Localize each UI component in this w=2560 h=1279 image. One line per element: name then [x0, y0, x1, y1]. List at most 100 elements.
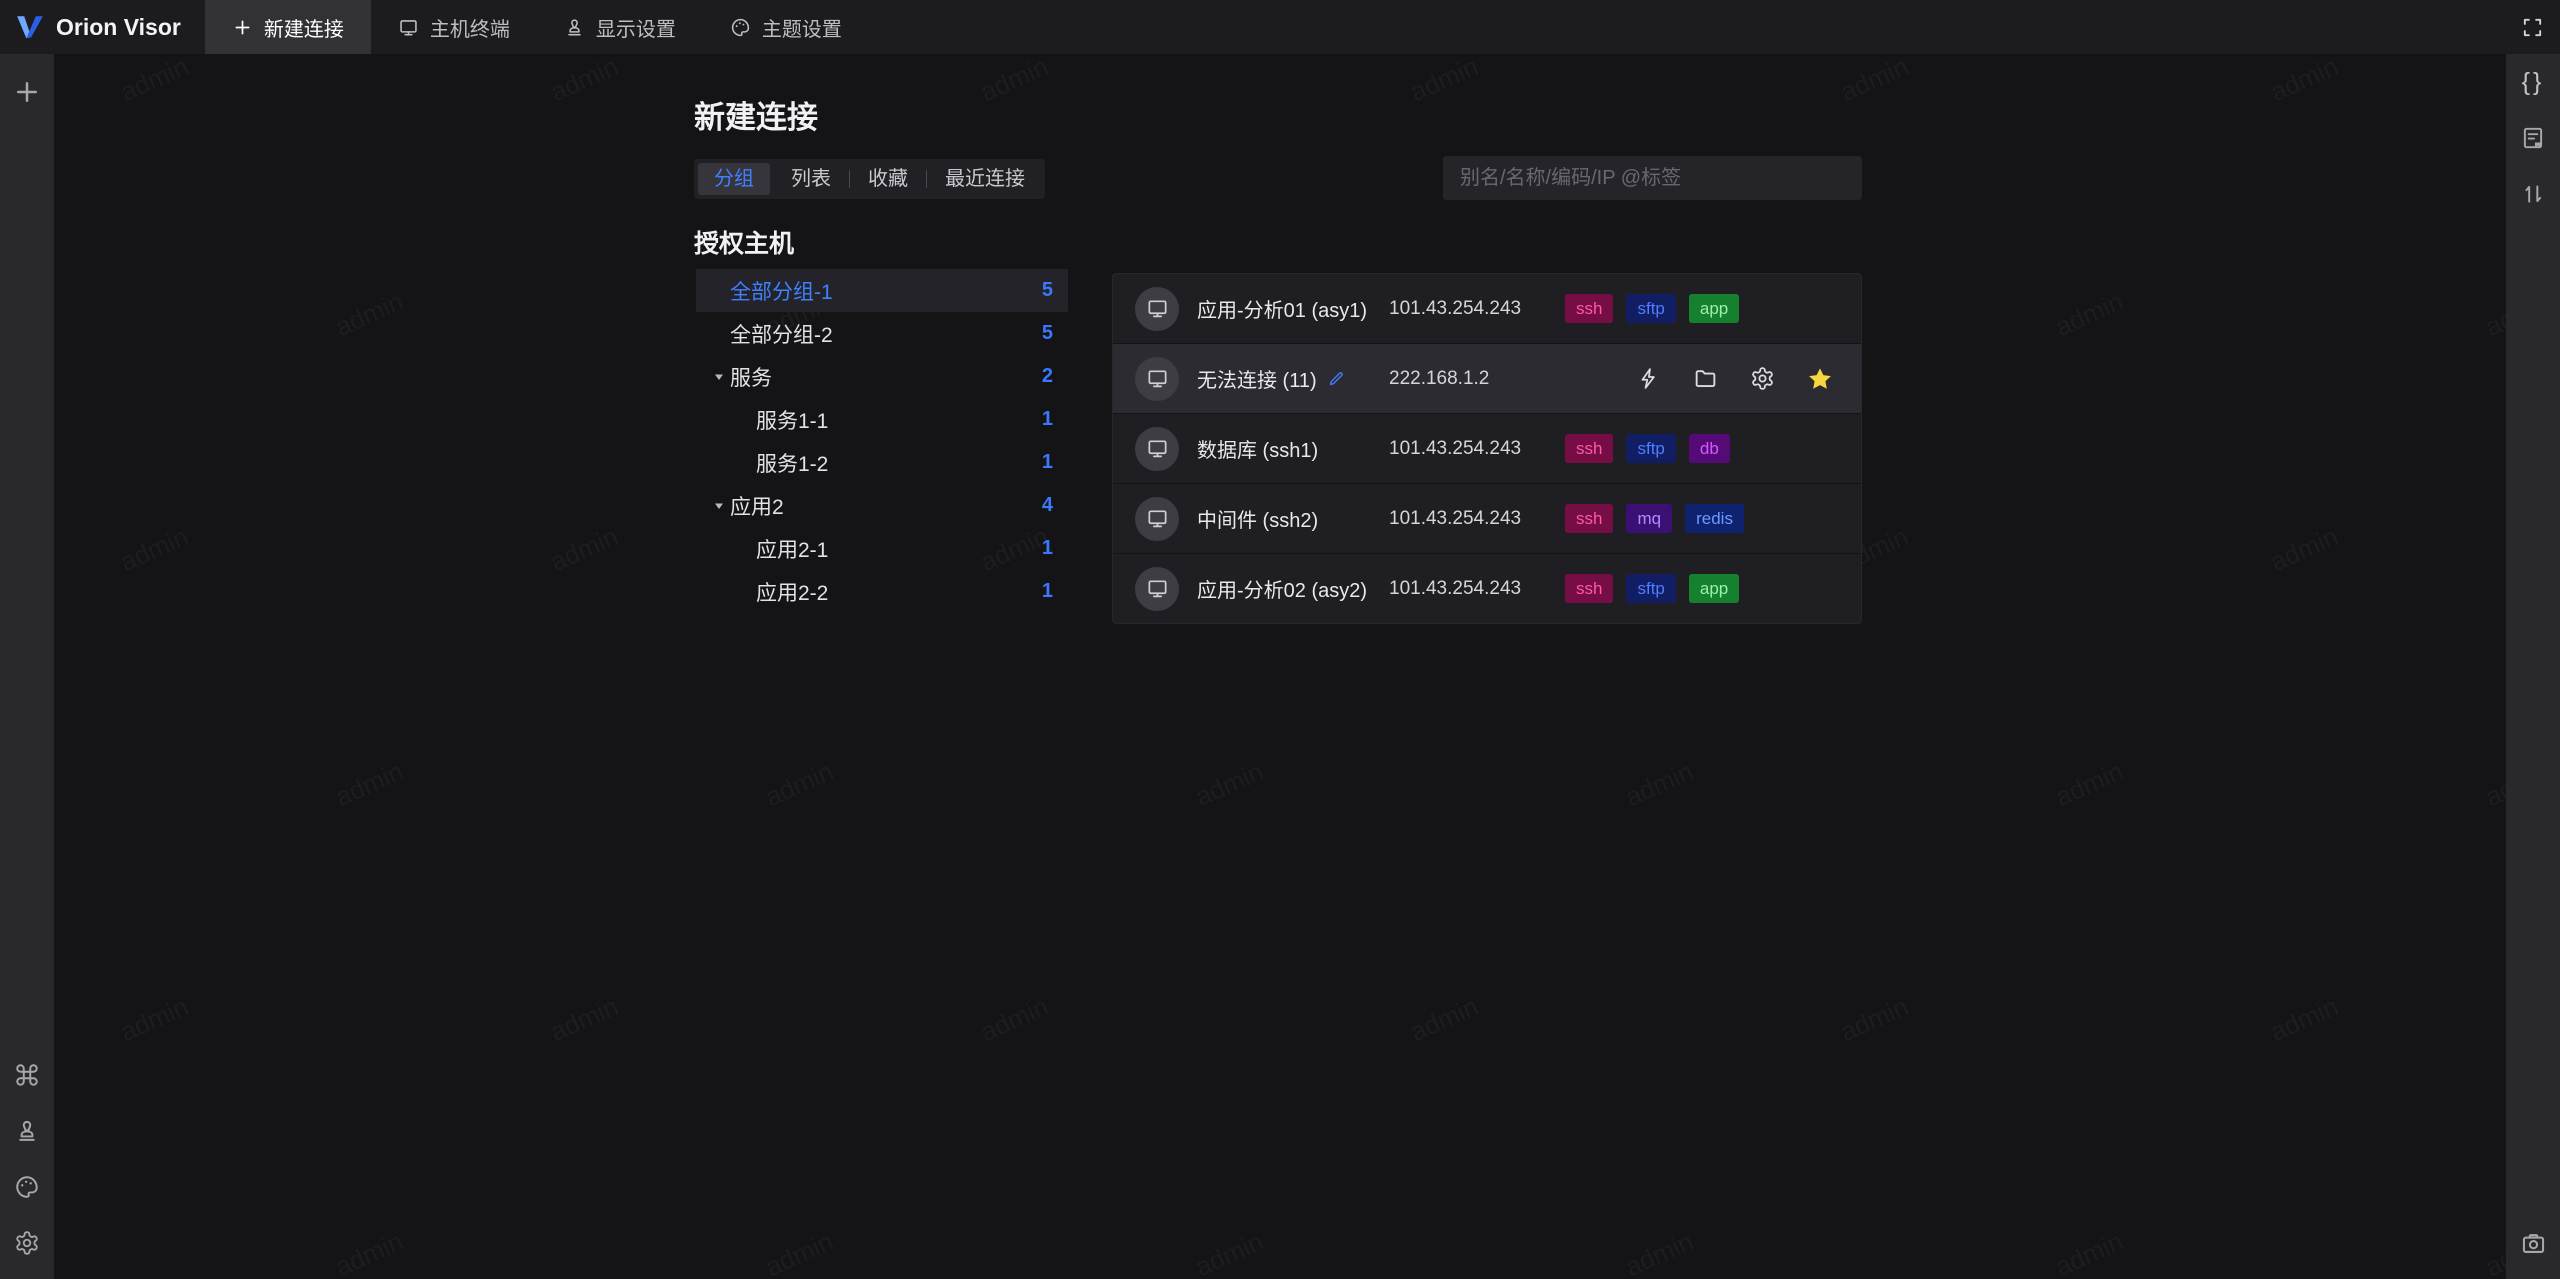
- host-monitor-icon: [1147, 370, 1167, 388]
- host-name: 应用-分析01 (asy1): [1197, 294, 1389, 323]
- display-settings-button[interactable]: [0, 1103, 54, 1159]
- gear-icon: [16, 1231, 38, 1255]
- tree-item[interactable]: 服务1-2 1: [696, 441, 1068, 484]
- host-avatar: [1135, 356, 1179, 401]
- host-tag-ssh[interactable]: ssh: [1565, 504, 1614, 533]
- tree-item[interactable]: 应用2-2 1: [696, 570, 1068, 613]
- host-tag-sftp[interactable]: sftp: [1626, 294, 1676, 323]
- tree-item-count: 1: [1041, 537, 1053, 559]
- palette-icon: [16, 1176, 38, 1198]
- shortcut-command-button[interactable]: [0, 1047, 54, 1103]
- host-tag-ssh[interactable]: ssh: [1565, 434, 1614, 463]
- host-row[interactable]: 无法连接 (11) 222.168.1.2: [1113, 343, 1861, 413]
- tree-item[interactable]: 全部分组-1 5: [696, 269, 1068, 312]
- tree-item-label: 应用2: [730, 495, 784, 519]
- host-name-text: 数据库 (ssh1): [1197, 440, 1319, 462]
- tree-item[interactable]: 服务 2: [696, 355, 1068, 398]
- host-tag-sftp[interactable]: sftp: [1626, 434, 1676, 463]
- view-tab-recent[interactable]: 最近连接: [929, 163, 1041, 195]
- watermark-text: admin: [331, 756, 408, 813]
- page-title: 新建连接: [694, 100, 818, 135]
- view-tab-list[interactable]: 列表: [775, 163, 847, 195]
- host-monitor-icon: [1147, 510, 1167, 528]
- host-tags: ssh sftp app: [1565, 574, 1833, 603]
- left-rail: [0, 54, 54, 1279]
- host-ip: 101.43.254.243: [1389, 297, 1522, 319]
- brand: Orion Visor: [0, 0, 205, 54]
- tab-host-terminal[interactable]: 主机终端: [371, 0, 537, 54]
- host-row[interactable]: 中间件 (ssh2) 101.43.254.243 ssh mq redis: [1113, 483, 1861, 553]
- tab-label: 新建连接: [263, 18, 344, 41]
- host-actions: [1636, 366, 1833, 392]
- topbar: Orion Visor 新建连接 主机终端 显示设置 主题设置: [0, 0, 2560, 54]
- tab-label: 主题设置: [761, 18, 842, 41]
- host-tag-redis[interactable]: redis: [1685, 504, 1744, 533]
- watermark-text: admin: [116, 991, 193, 1048]
- watermark-text: admin: [2051, 756, 2128, 813]
- host-tag-ssh[interactable]: ssh: [1565, 574, 1614, 603]
- favorite-star-icon[interactable]: [1807, 366, 1833, 392]
- host-name: 数据库 (ssh1): [1197, 434, 1389, 463]
- host-settings-gear-icon[interactable]: [1750, 366, 1775, 391]
- group-tree: 全部分组-1 5 全部分组-2 5 服务 2 服务1-1 1 服务1-2 1 应…: [696, 269, 1068, 613]
- tab-new-connection[interactable]: 新建连接: [204, 0, 371, 54]
- settings-gear-button[interactable]: [0, 1215, 54, 1271]
- screenshot-camera-button[interactable]: [2506, 1215, 2560, 1271]
- watermark-text: admin: [2051, 286, 2128, 343]
- tree-item-label: 全部分组-1: [730, 280, 833, 304]
- host-monitor-icon: [1147, 580, 1167, 598]
- watermark-text: admin: [2266, 54, 2343, 108]
- watermark-text: admin: [2481, 1226, 2506, 1279]
- tree-item-label: 服务1-2: [756, 452, 829, 476]
- host-tag-ssh[interactable]: ssh: [1565, 294, 1614, 323]
- watermark-text: admin: [761, 756, 838, 813]
- sort-button[interactable]: [2506, 166, 2560, 222]
- host-avatar: [1135, 286, 1179, 331]
- tree-item-count: 5: [1041, 279, 1053, 301]
- host-list: 应用-分析01 (asy1) 101.43.254.243 ssh sftp app…: [1112, 273, 1862, 624]
- host-row[interactable]: 应用-分析01 (asy1) 101.43.254.243 ssh sftp app: [1113, 274, 1861, 343]
- theme-settings-button[interactable]: [0, 1159, 54, 1215]
- tree-item[interactable]: 全部分组-2 5: [696, 312, 1068, 355]
- host-tag-app[interactable]: app: [1688, 294, 1740, 323]
- tree-item[interactable]: 应用2-1 1: [696, 527, 1068, 570]
- view-switch: 分组 列表 收藏 最近连接: [694, 159, 1045, 199]
- tab-theme-settings[interactable]: 主题设置: [703, 0, 869, 54]
- host-search-input[interactable]: [1443, 156, 1862, 200]
- tree-item[interactable]: 服务1-1 1: [696, 398, 1068, 441]
- tree-item[interactable]: 应用2 4: [696, 484, 1068, 527]
- caret-down-icon: [708, 500, 730, 512]
- host-name: 无法连接 (11): [1197, 364, 1389, 393]
- host-name-text: 应用-分析01 (asy1): [1197, 300, 1368, 322]
- connect-bolt-icon[interactable]: [1636, 366, 1661, 391]
- view-tab-group[interactable]: 分组: [698, 163, 770, 195]
- watermark-text: admin: [1621, 1226, 1698, 1279]
- host-tag-mq[interactable]: mq: [1626, 504, 1673, 533]
- watermark-text: admin: [976, 991, 1053, 1048]
- host-tag-app[interactable]: app: [1688, 574, 1740, 603]
- new-connection-plus-button[interactable]: [0, 64, 54, 120]
- tree-item-count: 1: [1041, 580, 1053, 602]
- sftp-folder-icon[interactable]: [1693, 366, 1718, 391]
- watermark-text: admin: [976, 54, 1053, 108]
- command-icon: [16, 1064, 38, 1086]
- watermark-text: admin: [116, 521, 193, 578]
- edit-pencil-icon[interactable]: [1327, 369, 1346, 388]
- watermark-text: admin: [1191, 756, 1268, 813]
- host-row[interactable]: 数据库 (ssh1) 101.43.254.243 ssh sftp db: [1113, 413, 1861, 483]
- view-tab-favorites[interactable]: 收藏: [852, 163, 924, 195]
- host-row[interactable]: 应用-分析02 (asy2) 101.43.254.243 ssh sftp app: [1113, 553, 1861, 623]
- camera-icon: [2522, 1233, 2544, 1253]
- watermark-text: admin: [2481, 286, 2506, 343]
- json-braces-button[interactable]: {}: [2506, 54, 2560, 110]
- tab-display-settings[interactable]: 显示设置: [537, 0, 703, 54]
- section-title: 授权主机: [694, 230, 795, 258]
- fullscreen-button[interactable]: [2504, 0, 2560, 54]
- doc-bookmark-button[interactable]: [2506, 110, 2560, 166]
- stamp-icon: [568, 18, 581, 35]
- host-avatar: [1135, 496, 1179, 541]
- host-ip: 101.43.254.243: [1389, 437, 1522, 459]
- host-tag-sftp[interactable]: sftp: [1626, 574, 1676, 603]
- app-window: admin admin admin admin admin admin admin admin…: [0, 0, 2560, 1279]
- host-tag-db[interactable]: db: [1688, 434, 1730, 463]
